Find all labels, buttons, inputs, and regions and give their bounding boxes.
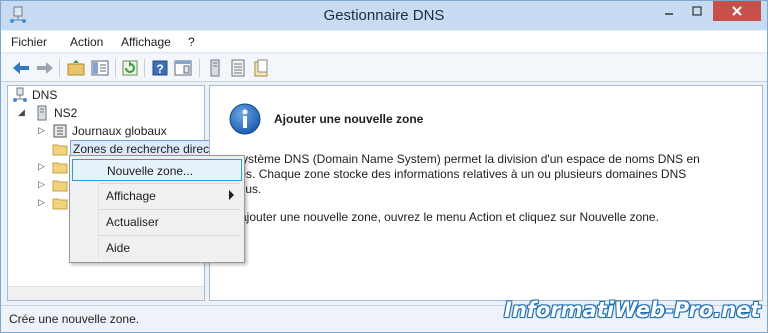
- expand-arrow-icon[interactable]: ▷: [38, 162, 47, 171]
- notes-button[interactable]: [251, 58, 271, 78]
- menu-item-aide[interactable]: Aide: [72, 237, 242, 259]
- tree-item-ns2[interactable]: ◢ NS2: [8, 104, 204, 122]
- app-window: Gestionnaire DNS Fichier Action Affichag…: [0, 0, 768, 333]
- log-icon: [52, 123, 68, 139]
- refresh-button[interactable]: [120, 58, 140, 78]
- forward-button[interactable]: [35, 58, 55, 78]
- menu-item-label: Affichage: [106, 189, 156, 203]
- menu-fichier[interactable]: Fichier: [11, 35, 47, 49]
- details-pane: Ajouter une nouvelle zone e système DNS …: [209, 85, 763, 301]
- list-icon: [231, 59, 245, 77]
- menu-item-actualiser[interactable]: Actualiser: [72, 211, 242, 233]
- close-button[interactable]: [713, 1, 761, 21]
- tree-item-journaux[interactable]: ▷ Journaux globaux: [8, 122, 204, 140]
- status-text: Crée une nouvelle zone.: [9, 312, 140, 326]
- folder-icon: [52, 141, 68, 157]
- tree-scrollbar[interactable]: [8, 286, 204, 300]
- notes-icon: [254, 59, 268, 77]
- submenu-arrow-icon: [229, 190, 234, 200]
- tree-item-dns[interactable]: DNS: [8, 86, 204, 104]
- description-line: e système DNS (Domain Name System) perme…: [226, 152, 700, 166]
- minimize-button[interactable]: [655, 1, 683, 21]
- expand-arrow-icon[interactable]: ▷: [38, 126, 47, 135]
- menu-affichage[interactable]: Affichage: [121, 35, 171, 49]
- help-button[interactable]: ?: [150, 58, 170, 78]
- folder-icon: [52, 195, 68, 211]
- title-bar[interactable]: Gestionnaire DNS: [1, 1, 767, 30]
- list-button[interactable]: [228, 58, 248, 78]
- help-icon: ?: [152, 60, 168, 76]
- menu-item-affichage[interactable]: Affichage: [72, 185, 242, 207]
- up-level-button[interactable]: [66, 58, 86, 78]
- menu-separator: [100, 235, 240, 236]
- description-paragraph: e système DNS (Domain Name System) perme…: [226, 152, 706, 197]
- expand-arrow-icon[interactable]: ▷: [38, 198, 47, 207]
- properties-button[interactable]: [173, 58, 193, 78]
- menu-bar: Fichier Action Affichage ?: [1, 31, 767, 53]
- tree-label-ns2: NS2: [54, 106, 78, 120]
- description-line: ntigus.: [226, 182, 706, 197]
- folder-icon: [52, 159, 68, 175]
- close-icon: [732, 6, 742, 16]
- expand-arrow-icon[interactable]: ▷: [38, 180, 47, 189]
- menu-help[interactable]: ?: [188, 35, 195, 49]
- show-hide-tree-button[interactable]: [90, 58, 110, 78]
- menu-action[interactable]: Action: [70, 35, 103, 49]
- svg-text:?: ?: [156, 62, 163, 76]
- menu-separator: [100, 209, 240, 210]
- show-hide-tree-icon: [91, 60, 109, 76]
- up-folder-icon: [67, 60, 85, 76]
- back-button[interactable]: [11, 58, 31, 78]
- refresh-icon: [122, 60, 138, 76]
- forward-arrow-icon: [37, 62, 53, 74]
- server-icon: [210, 59, 220, 77]
- folder-icon: [52, 177, 68, 193]
- properties-icon: [174, 60, 192, 76]
- server-icon: [34, 105, 50, 121]
- collapse-arrow-icon[interactable]: ◢: [18, 108, 27, 117]
- back-arrow-icon: [13, 62, 29, 74]
- menu-separator: [100, 183, 240, 184]
- menu-item-label: Actualiser: [106, 215, 159, 229]
- context-menu: Nouvelle zone... Affichage Actualiser Ai…: [69, 155, 245, 263]
- description-line: ones. Chaque zone stocke des information…: [226, 167, 687, 181]
- menu-item-label: Aide: [106, 241, 131, 255]
- toolbar: ?: [1, 54, 767, 82]
- instruction-paragraph: ur ajouter une nouvelle zone, ouvrez le …: [226, 210, 659, 224]
- panel-heading: Ajouter une nouvelle zone: [274, 112, 424, 126]
- tree-label-journaux: Journaux globaux: [72, 124, 167, 138]
- server-button[interactable]: [205, 58, 225, 78]
- watermark-logo: InformatiWeb-Pro.net: [504, 298, 761, 322]
- menu-item-label: Nouvelle zone...: [107, 164, 194, 178]
- tree-label-dns: DNS: [32, 88, 58, 102]
- maximize-button[interactable]: [683, 1, 711, 21]
- info-icon: [228, 102, 262, 136]
- menu-item-nouvelle-zone[interactable]: Nouvelle zone...: [72, 159, 242, 181]
- window-title: Gestionnaire DNS: [323, 7, 445, 24]
- dns-icon: [12, 87, 28, 103]
